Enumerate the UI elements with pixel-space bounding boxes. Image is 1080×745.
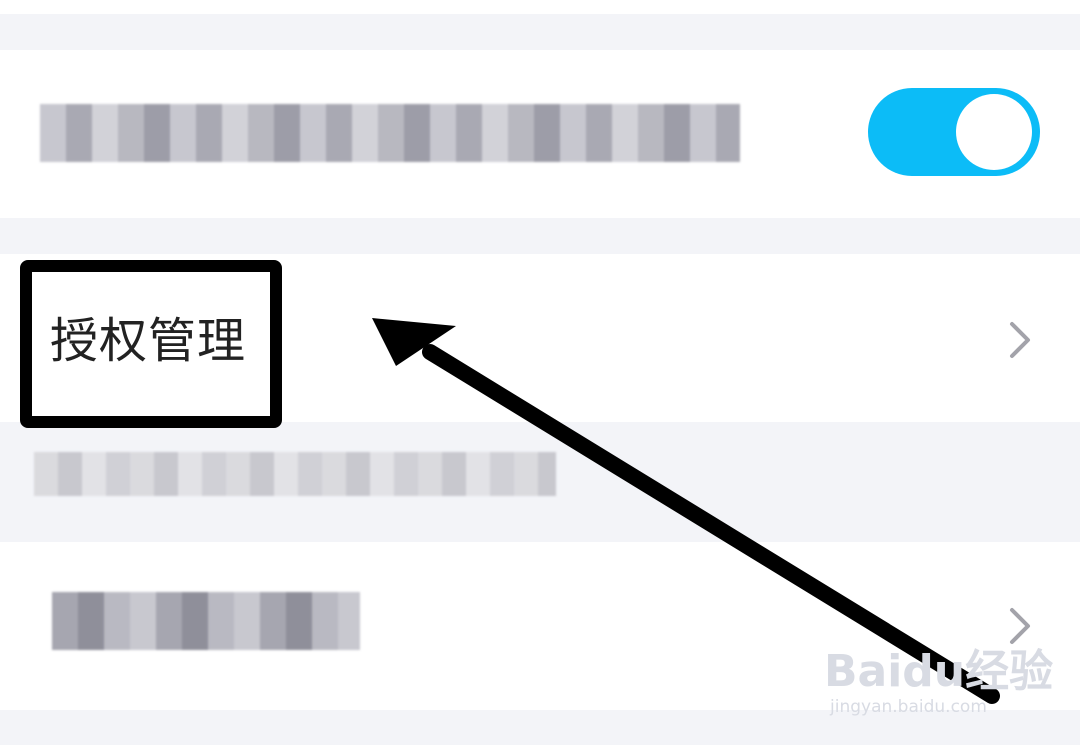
blurred-setting-label [40, 104, 740, 162]
blurred-description-text [34, 452, 556, 496]
setting-toggle[interactable] [868, 88, 1040, 176]
chevron-right-icon[interactable] [1008, 606, 1032, 646]
blurred-setting-label-2 [52, 592, 360, 650]
top-row-fragment [0, 0, 1080, 14]
authorization-management-label: 授权管理 [50, 313, 247, 369]
chevron-right-icon[interactable] [1008, 320, 1032, 360]
toggle-knob [956, 94, 1032, 170]
